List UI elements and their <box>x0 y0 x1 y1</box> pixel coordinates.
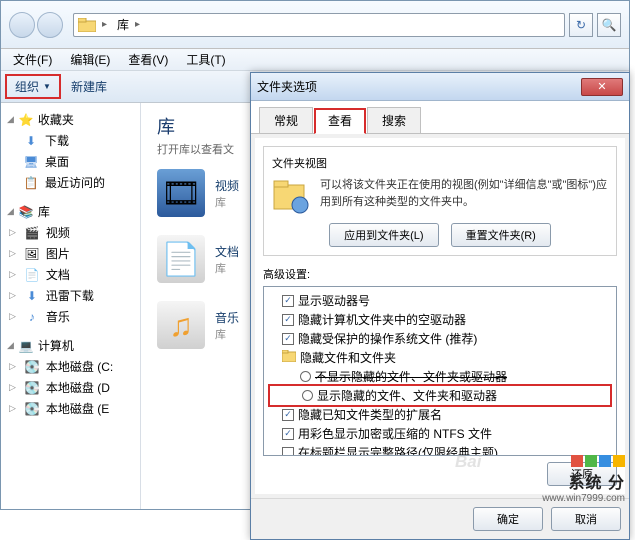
tab-search[interactable]: 搜索 <box>367 107 421 133</box>
folder-icon <box>282 350 296 365</box>
pictures-item[interactable]: ▷🖼图片 <box>3 243 138 264</box>
tree-item-label: 不显示隐藏的文件、文件夹或驱动器 <box>315 368 507 385</box>
desktop-icon: 🖥 <box>23 154 39 170</box>
apply-to-folders-button[interactable]: 应用到文件夹(L) <box>329 223 438 247</box>
favorites-head[interactable]: ◢⭐收藏夹 <box>3 109 138 130</box>
documents-lib-icon: 📄 <box>157 235 205 283</box>
dialog-title-bar[interactable]: 文件夹选项 ✕ <box>251 73 629 101</box>
tree-item[interactable]: ✓ 隐藏受保护的操作系统文件 (推荐) <box>268 329 612 348</box>
tree-item[interactable]: 隐藏文件和文件夹 <box>268 348 612 367</box>
videos-lib-icon: 🎞 <box>157 169 205 217</box>
document-icon: 📄 <box>24 267 40 283</box>
recent-icon: 📋 <box>23 175 39 191</box>
folder-view-legend: 文件夹视图 <box>272 155 608 171</box>
radio-icon <box>300 371 311 382</box>
dialog-actions: 确定 取消 <box>251 498 629 539</box>
menu-edit[interactable]: 编辑(E) <box>62 49 118 70</box>
folder-view-group: 文件夹视图 可以将该文件夹正在使用的视图(例如"详细信息"或"图标")应用到所有… <box>263 146 617 256</box>
nav-buttons <box>9 12 63 38</box>
disk-icon: 💽 <box>24 359 40 375</box>
watermark-logo <box>542 455 625 467</box>
disk-icon: 💽 <box>24 401 40 417</box>
computer-head[interactable]: ◢💻计算机 <box>3 335 138 356</box>
tree-item[interactable]: ✓ 用彩色显示加密或压缩的 NTFS 文件 <box>268 424 612 443</box>
advanced-label: 高级设置: <box>263 266 617 282</box>
xunlei-icon: ⬇ <box>24 288 40 304</box>
checkbox-icon: ✓ <box>282 314 294 326</box>
computer-icon: 💻 <box>18 338 34 354</box>
radio-icon <box>302 390 313 401</box>
music-item[interactable]: ▷♪音乐 <box>3 306 138 327</box>
tree-item[interactable]: ✓ 隐藏计算机文件夹中的空驱动器 <box>268 310 612 329</box>
library-icon: 📚 <box>18 204 34 220</box>
site-watermark: 系统 分 www.win7999.com <box>542 455 625 504</box>
tree-item[interactable]: ✓ 显示驱动器号 <box>268 291 612 310</box>
reset-folders-button[interactable]: 重置文件夹(R) <box>451 223 551 247</box>
tab-strip: 常规 查看 搜索 <box>251 101 629 134</box>
tree-item-label: 隐藏计算机文件夹中的空驱动器 <box>298 311 466 328</box>
tab-general[interactable]: 常规 <box>259 107 313 133</box>
baidu-watermark: Bai <box>455 452 481 472</box>
disk-d-item[interactable]: ▷💽本地磁盘 (D <box>3 377 138 398</box>
checkbox-icon: ✓ <box>282 409 294 421</box>
address-text: 库 <box>117 16 129 33</box>
cancel-button[interactable]: 取消 <box>551 507 621 531</box>
disk-e-item[interactable]: ▷💽本地磁盘 (E <box>3 398 138 419</box>
tree-item-label: 隐藏文件和文件夹 <box>300 349 396 366</box>
tree-item-label: 用彩色显示加密或压缩的 NTFS 文件 <box>298 425 492 442</box>
watermark-url: www.win7999.com <box>542 493 625 504</box>
sidebar: ◢⭐收藏夹 ⬇下载 🖥桌面 📋最近访问的 ◢📚库 ▷🎬视频 ▷🖼图片 ▷📄文档 … <box>1 103 141 509</box>
search-toggle[interactable]: 🔍 <box>597 13 621 37</box>
tab-view[interactable]: 查看 <box>314 108 366 134</box>
libraries-head[interactable]: ◢📚库 <box>3 201 138 222</box>
dialog-title: 文件夹选项 <box>257 78 317 95</box>
title-bar: ▸ 库 ▸ ↻ 🔍 <box>1 1 629 49</box>
refresh-button[interactable]: ↻ <box>569 13 593 37</box>
xunlei-item[interactable]: ▷⬇迅雷下载 <box>3 285 138 306</box>
organize-button[interactable]: 组织 ▼ <box>5 74 61 99</box>
downloads-item[interactable]: ⬇下载 <box>3 130 138 151</box>
video-icon: 🎬 <box>24 225 40 241</box>
recent-item[interactable]: 📋最近访问的 <box>3 172 138 193</box>
tree-item-label: 显示隐藏的文件、文件夹和驱动器 <box>317 387 497 404</box>
star-icon: ⭐ <box>18 112 34 128</box>
checkbox-icon <box>282 447 294 457</box>
checkbox-icon: ✓ <box>282 333 294 345</box>
new-library-button[interactable]: 新建库 <box>61 74 117 99</box>
download-icon: ⬇ <box>23 133 39 149</box>
videos-item[interactable]: ▷🎬视频 <box>3 222 138 243</box>
address-bar[interactable]: ▸ 库 ▸ <box>73 13 565 37</box>
advanced-settings-tree[interactable]: ✓ 显示驱动器号 ✓ 隐藏计算机文件夹中的空驱动器 ✓ 隐藏受保护的操作系统文件 (推荐)… <box>263 286 617 456</box>
checkbox-icon: ✓ <box>282 295 294 307</box>
watermark-brand: 系统 分 <box>542 469 625 493</box>
dialog-body: 文件夹视图 可以将该文件夹正在使用的视图(例如"详细信息"或"图标")应用到所有… <box>255 138 625 494</box>
forward-button[interactable] <box>37 12 63 38</box>
ok-button[interactable]: 确定 <box>473 507 543 531</box>
close-button[interactable]: ✕ <box>581 78 623 96</box>
back-button[interactable] <box>9 12 35 38</box>
desktop-item[interactable]: 🖥桌面 <box>3 151 138 172</box>
tree-item[interactable]: ✓ 隐藏已知文件类型的扩展名 <box>268 405 612 424</box>
folder-icon <box>78 18 96 32</box>
folder-view-icon <box>272 177 310 215</box>
music-icon: ♪ <box>24 309 40 325</box>
picture-icon: 🖼 <box>24 246 40 262</box>
tree-item[interactable]: 显示隐藏的文件、文件夹和驱动器 <box>268 384 612 407</box>
menu-view[interactable]: 查看(V) <box>120 49 176 70</box>
documents-item[interactable]: ▷📄文档 <box>3 264 138 285</box>
checkbox-icon: ✓ <box>282 428 294 440</box>
tree-item-label: 隐藏已知文件类型的扩展名 <box>298 406 442 423</box>
addr-sep2: ▸ <box>135 19 140 30</box>
menu-file[interactable]: 文件(F) <box>5 49 60 70</box>
tree-item-label: 隐藏受保护的操作系统文件 (推荐) <box>298 330 477 347</box>
menu-tools[interactable]: 工具(T) <box>178 49 233 70</box>
menu-bar: 文件(F) 编辑(E) 查看(V) 工具(T) <box>1 49 629 71</box>
folder-view-desc: 可以将该文件夹正在使用的视图(例如"详细信息"或"图标")应用到所有这种类型的文… <box>320 177 608 210</box>
addr-sep: ▸ <box>102 19 107 30</box>
music-lib-icon: ♫ <box>157 301 205 349</box>
disk-icon: 💽 <box>24 380 40 396</box>
tree-item-label: 显示驱动器号 <box>298 292 370 309</box>
disk-c-item[interactable]: ▷💽本地磁盘 (C: <box>3 356 138 377</box>
